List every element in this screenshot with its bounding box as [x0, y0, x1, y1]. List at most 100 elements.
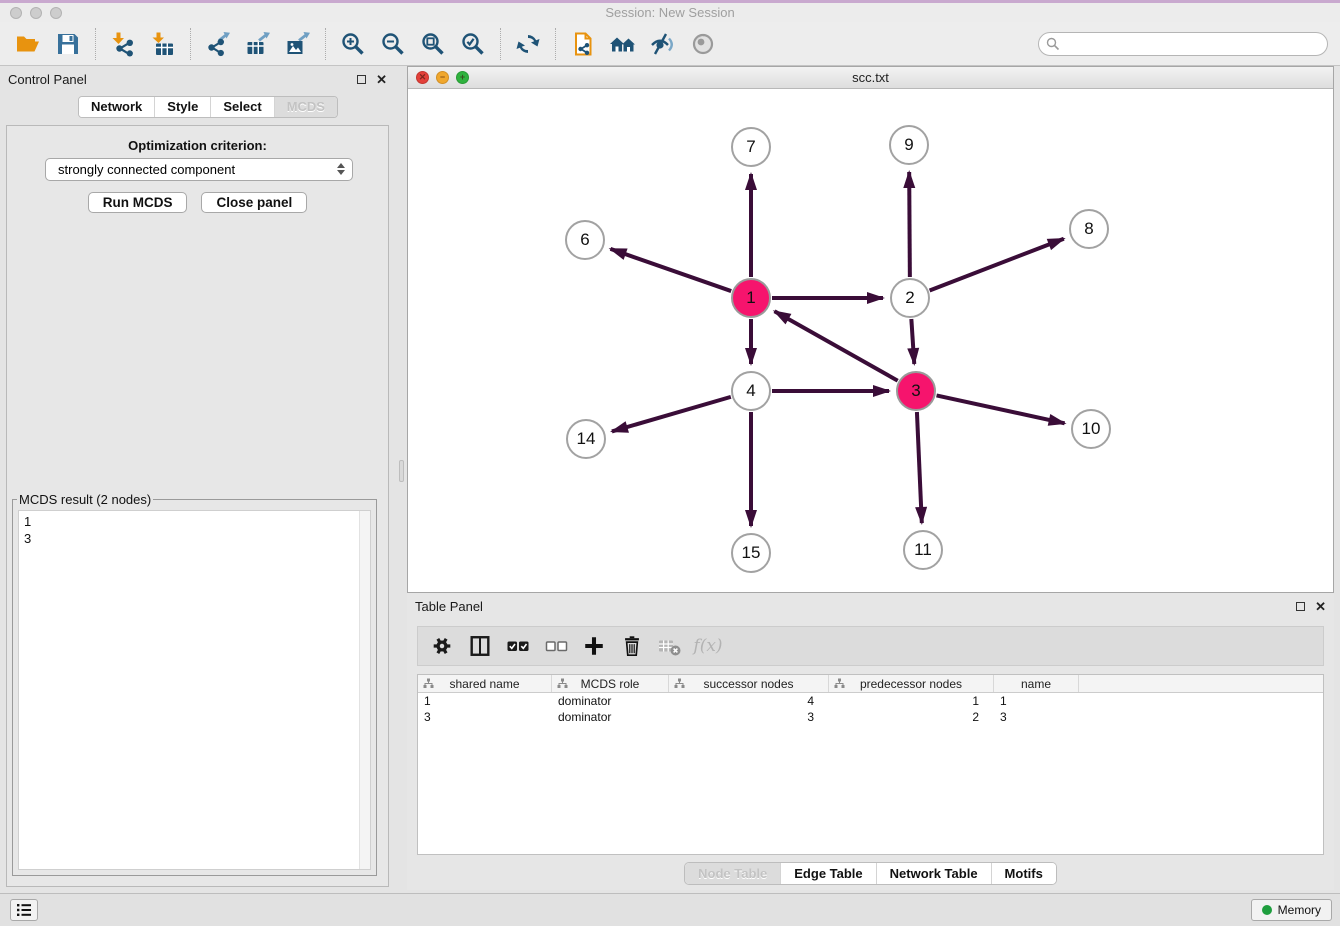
table-header-row: shared nameMCDS rolesuccessor nodesprede… [418, 675, 1323, 693]
graph-node-8[interactable]: 8 [1069, 209, 1109, 249]
refresh-button[interactable] [508, 25, 548, 63]
bird-view-button [683, 25, 723, 63]
tab-style[interactable]: Style [154, 97, 210, 117]
float-panel-icon[interactable] [357, 75, 366, 84]
export-image-icon [285, 31, 311, 57]
table-cell[interactable]: 3 [669, 709, 829, 725]
network-close-button[interactable]: ✕ [416, 71, 429, 84]
deselect-all-button[interactable] [540, 630, 572, 662]
edge-2-8[interactable] [930, 239, 1064, 291]
table-row[interactable]: 3dominator323 [418, 709, 1323, 725]
graph-node-4[interactable]: 4 [731, 371, 771, 411]
save-session-button[interactable] [48, 25, 88, 63]
memory-status-icon [1262, 905, 1272, 915]
column-header-shared-name[interactable]: shared name [418, 675, 552, 692]
network-canvas[interactable]: 7 9 6 8 1 2 4 3 14 10 15 11 [408, 89, 1333, 592]
table-cell[interactable]: 1 [994, 693, 1079, 709]
apply-function-button: f(x) [692, 630, 724, 662]
delete-column-button[interactable] [616, 630, 648, 662]
network-maximize-button[interactable]: + [456, 71, 469, 84]
column-type-icon [834, 678, 845, 689]
column-type-icon [674, 678, 685, 689]
home-button[interactable] [603, 25, 643, 63]
network-window-titlebar[interactable]: ✕ − + scc.txt [408, 67, 1333, 89]
edge-4-14[interactable] [612, 397, 731, 432]
column-header-successor-nodes[interactable]: successor nodes [669, 675, 829, 692]
graph-node-15[interactable]: 15 [731, 533, 771, 573]
close-table-panel-icon[interactable]: ✕ [1315, 600, 1326, 613]
tab-node-table[interactable]: Node Table [685, 863, 780, 884]
table-panel-header: Table Panel ✕ [407, 593, 1334, 619]
import-network-button[interactable] [103, 25, 143, 63]
edge-1-6[interactable] [610, 249, 731, 291]
memory-button[interactable]: Memory [1251, 899, 1332, 921]
tab-motifs[interactable]: Motifs [991, 863, 1056, 884]
graph-node-10[interactable]: 10 [1071, 409, 1111, 449]
hide-visual-button[interactable] [643, 25, 683, 63]
tab-edge-table[interactable]: Edge Table [780, 863, 875, 884]
edge-2-9[interactable] [909, 172, 910, 277]
column-header-name[interactable]: name [994, 675, 1079, 692]
graph-node-label: 8 [1084, 219, 1093, 239]
graph-node-2[interactable]: 2 [890, 278, 930, 318]
table-cell[interactable]: 1 [418, 693, 552, 709]
graph-node-11[interactable]: 11 [903, 530, 943, 570]
table-cell[interactable]: 4 [669, 693, 829, 709]
graph-node-6[interactable]: 6 [565, 220, 605, 260]
control-panel: Control Panel ✕ NetworkStyleSelectMCDS O… [0, 66, 395, 893]
graph-node-7[interactable]: 7 [731, 127, 771, 167]
result-scrollbar[interactable] [359, 511, 370, 869]
search-input[interactable] [1038, 32, 1328, 56]
graph-node-3[interactable]: 3 [896, 371, 936, 411]
zoom-in-icon [340, 31, 366, 57]
zoom-selected-button[interactable] [453, 25, 493, 63]
mcds-result-text[interactable]: 1 3 [20, 512, 358, 868]
zoom-in-button[interactable] [333, 25, 373, 63]
clone-network-button[interactable] [563, 25, 603, 63]
float-table-panel-icon[interactable] [1296, 602, 1305, 611]
table-cell[interactable]: 1 [829, 693, 994, 709]
column-header-MCDS-role[interactable]: MCDS role [552, 675, 669, 692]
edge-2-3[interactable] [911, 319, 914, 364]
edge-3-11[interactable] [917, 412, 922, 523]
add-column-button[interactable] [578, 630, 610, 662]
export-image-button[interactable] [278, 25, 318, 63]
close-panel-icon[interactable]: ✕ [376, 73, 387, 86]
network-view-window: ✕ − + scc.txt 7 9 6 8 1 2 4 3 14 10 15 11 [407, 66, 1334, 593]
mcds-panel: Optimization criterion: strongly connect… [6, 125, 389, 887]
run-mcds-button[interactable]: Run MCDS [88, 192, 188, 213]
edge-3-10[interactable] [937, 395, 1065, 423]
tab-select[interactable]: Select [210, 97, 273, 117]
import-table-button[interactable] [143, 25, 183, 63]
criterion-dropdown[interactable]: strongly connected component [45, 158, 353, 181]
table-cell[interactable]: dominator [552, 709, 669, 725]
table-cell[interactable]: 3 [994, 709, 1079, 725]
graph-node-9[interactable]: 9 [889, 125, 929, 165]
trash-icon [620, 634, 644, 658]
save-icon [55, 31, 81, 57]
export-network-button[interactable] [198, 25, 238, 63]
select-all-button[interactable] [502, 630, 534, 662]
close-panel-button[interactable]: Close panel [201, 192, 307, 213]
table-tabs-bar: Node TableEdge TableNetwork TableMotifs [407, 862, 1334, 885]
graph-node-14[interactable]: 14 [566, 419, 606, 459]
zoom-out-icon [380, 31, 406, 57]
table-cell[interactable]: dominator [552, 693, 669, 709]
zoom-out-button[interactable] [373, 25, 413, 63]
zoom-fit-button[interactable] [413, 25, 453, 63]
export-table-button[interactable] [238, 25, 278, 63]
edge-3-1[interactable] [775, 311, 898, 380]
network-minimize-button[interactable]: − [436, 71, 449, 84]
table-row[interactable]: 1dominator411 [418, 693, 1323, 709]
tab-mcds[interactable]: MCDS [274, 97, 337, 117]
task-history-button[interactable] [10, 899, 38, 921]
graph-node-1[interactable]: 1 [731, 278, 771, 318]
table-cell[interactable]: 2 [829, 709, 994, 725]
tab-network[interactable]: Network [79, 97, 154, 117]
table-cell[interactable]: 3 [418, 709, 552, 725]
open-session-button[interactable] [8, 25, 48, 63]
column-visibility-button[interactable] [464, 630, 496, 662]
tab-network-table[interactable]: Network Table [876, 863, 991, 884]
table-settings-button[interactable] [426, 630, 458, 662]
column-header-predecessor-nodes[interactable]: predecessor nodes [829, 675, 994, 692]
